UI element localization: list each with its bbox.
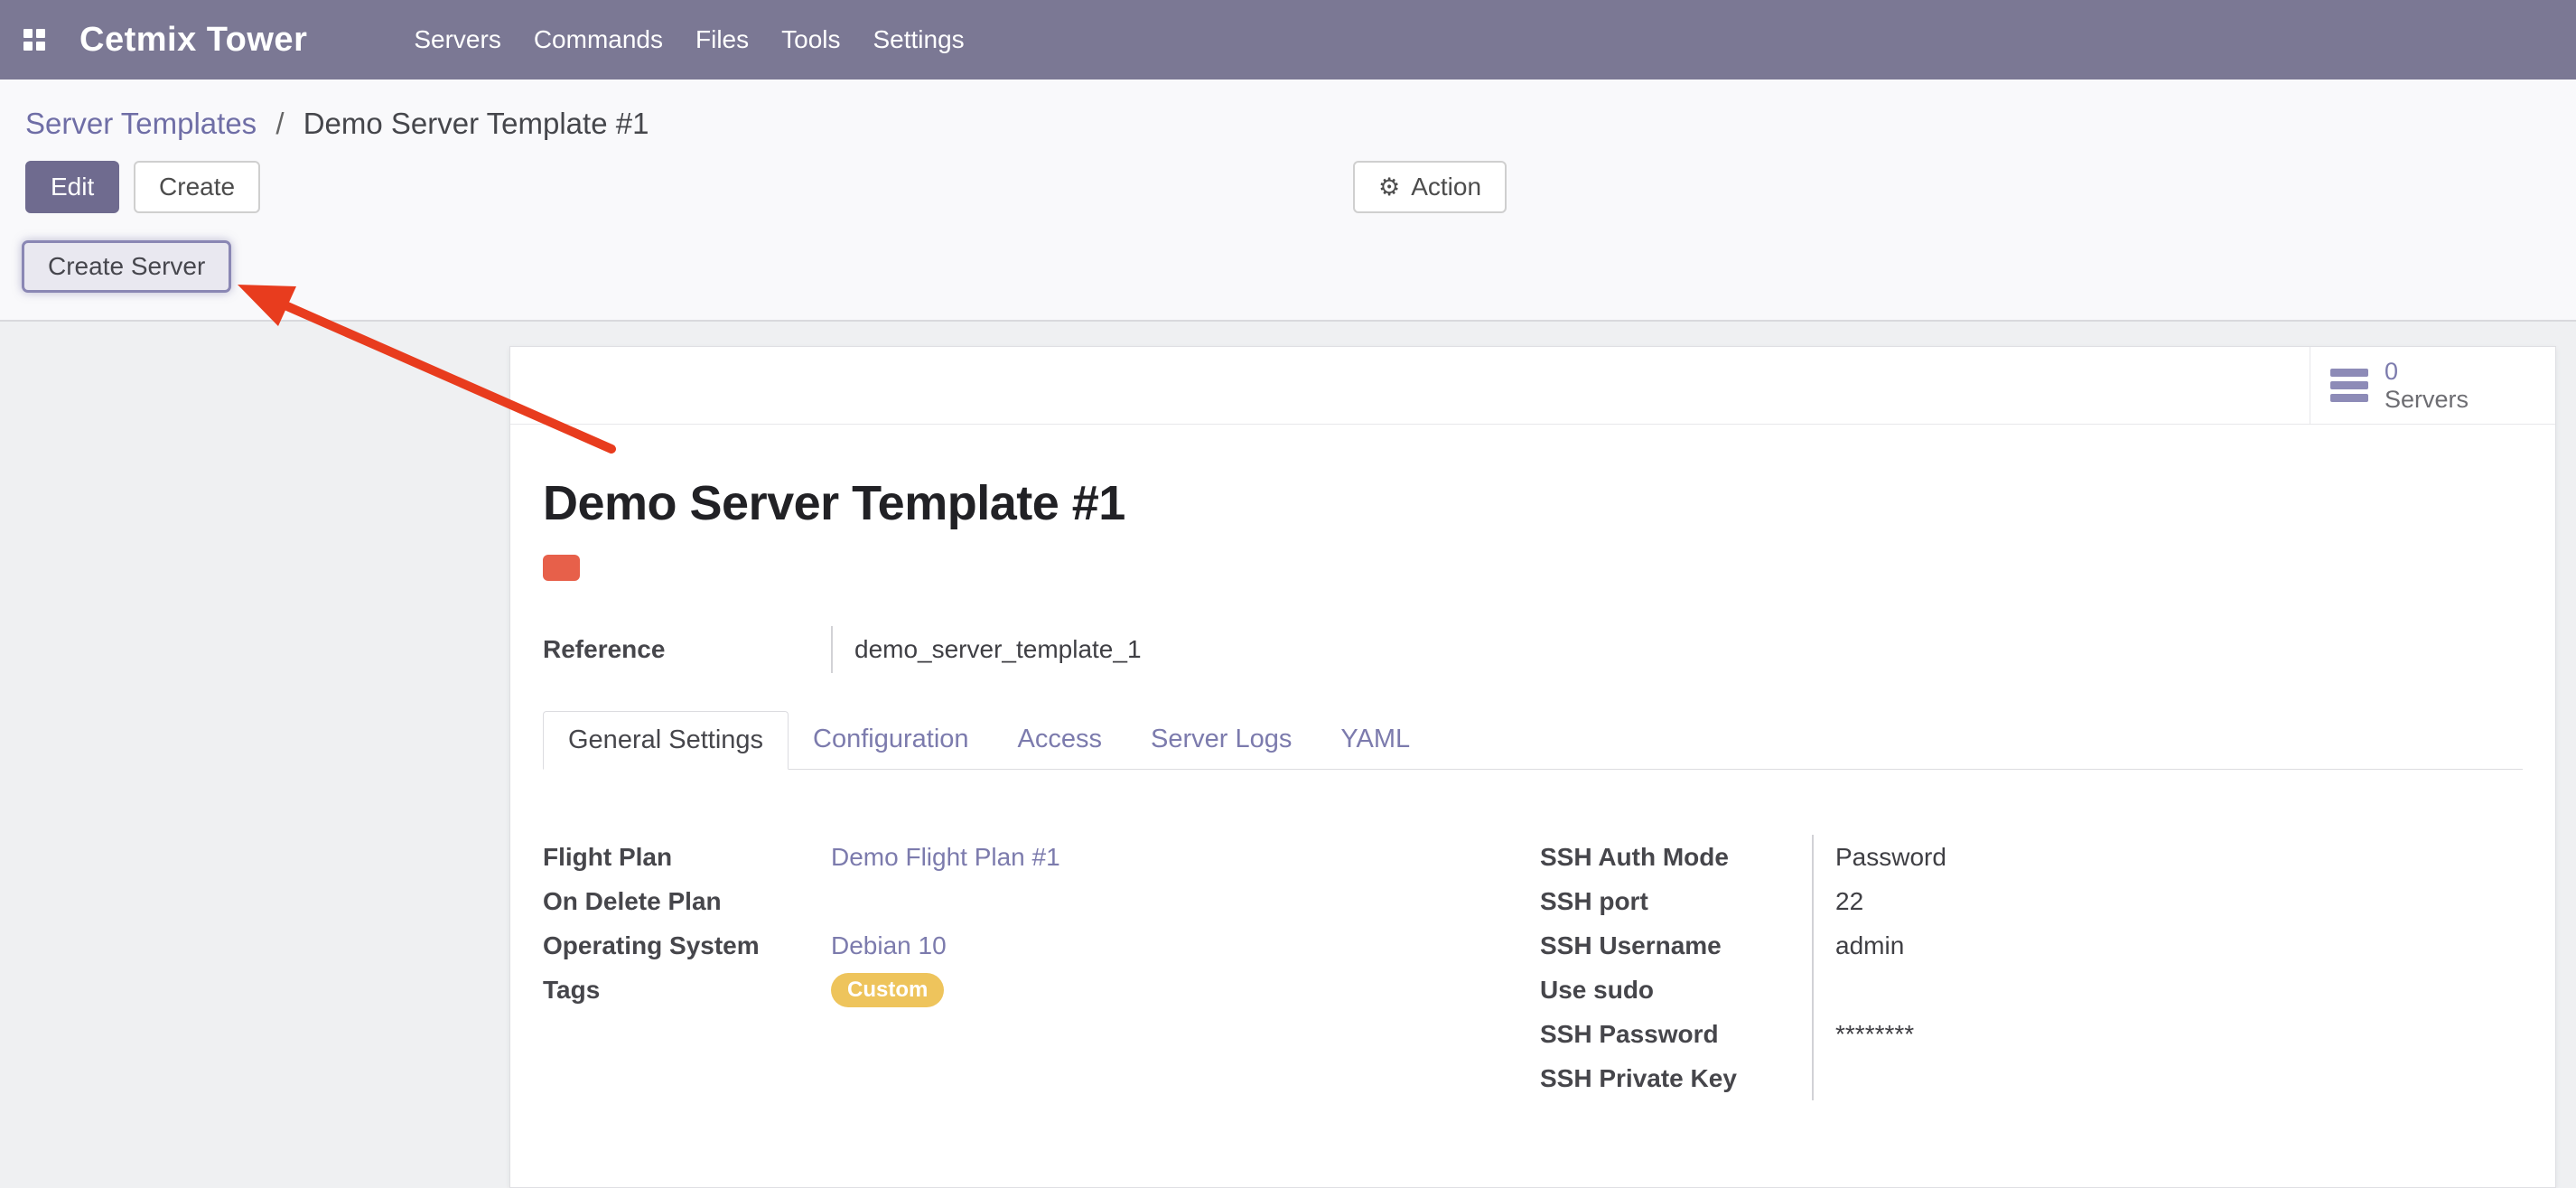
use-sudo-value (1812, 968, 2523, 1012)
on-delete-plan-label: On Delete Plan (543, 879, 831, 923)
tab-general-settings[interactable]: General Settings (543, 711, 789, 770)
reference-value: demo_server_template_1 (831, 626, 1142, 673)
menu-files[interactable]: Files (679, 0, 765, 80)
servers-stat-text: 0 Servers (2385, 358, 2469, 414)
servers-count: 0 (2385, 358, 2469, 386)
action-button[interactable]: ⚙ Action (1353, 161, 1507, 213)
form-sheet: 0 Servers Demo Server Template #1 Refere… (509, 346, 2556, 1188)
notebook-tabs: General Settings Configuration Access Se… (543, 711, 2523, 770)
on-delete-plan-value (831, 879, 1540, 923)
reference-label: Reference (543, 626, 831, 673)
menu-commands[interactable]: Commands (518, 0, 679, 80)
ssh-auth-mode-value: Password (1812, 835, 2523, 879)
ssh-password-label: SSH Password (1540, 1012, 1812, 1056)
gear-icon: ⚙ (1378, 175, 1400, 200)
breadcrumb-separator: / (275, 107, 284, 140)
ssh-private-key-value (1812, 1056, 2523, 1100)
ssh-password-value: ******** (1812, 1012, 2523, 1056)
ssh-private-key-label: SSH Private Key (1540, 1056, 1812, 1100)
record-title: Demo Server Template #1 (543, 475, 2523, 531)
breadcrumb-current: Demo Server Template #1 (303, 107, 649, 140)
create-button[interactable]: Create (134, 161, 260, 213)
operating-system-link[interactable]: Debian 10 (831, 931, 947, 960)
main-menu: Servers Commands Files Tools Settings (397, 0, 980, 80)
tags-value: Custom (831, 968, 1540, 1012)
tab-server-logs[interactable]: Server Logs (1126, 711, 1316, 770)
color-swatch (543, 555, 580, 581)
field-group-right: SSH Auth Mode Password SSH port 22 SSH U… (1540, 835, 2523, 1100)
ssh-auth-mode-label: SSH Auth Mode (1540, 835, 1812, 879)
menu-servers[interactable]: Servers (397, 0, 517, 80)
ssh-username-label: SSH Username (1540, 923, 1812, 968)
menu-tools[interactable]: Tools (765, 0, 856, 80)
ssh-port-label: SSH port (1540, 879, 1812, 923)
servers-label: Servers (2385, 386, 2469, 414)
create-server-button[interactable]: Create Server (22, 240, 231, 293)
statusbar: Create Server (0, 215, 2576, 320)
tab-yaml[interactable]: YAML (1316, 711, 1434, 770)
tab-access[interactable]: Access (994, 711, 1126, 770)
main-area: 0 Servers Demo Server Template #1 Refere… (0, 320, 2576, 1188)
tag-custom: Custom (831, 973, 944, 1007)
reference-field: Reference demo_server_template_1 (543, 626, 2523, 673)
operating-system-value: Debian 10 (831, 923, 1540, 968)
flight-plan-value: Demo Flight Plan #1 (831, 835, 1540, 879)
servers-icon (2330, 369, 2368, 402)
sheet-body: Demo Server Template #1 Reference demo_s… (510, 475, 2555, 1100)
tab-configuration[interactable]: Configuration (789, 711, 994, 770)
breadcrumb: Server Templates / Demo Server Template … (0, 80, 2576, 141)
action-button-label: Action (1411, 173, 1481, 201)
button-row: Edit Create ⚙ Action (0, 141, 2576, 215)
flight-plan-link[interactable]: Demo Flight Plan #1 (831, 843, 1060, 872)
top-navbar: Cetmix Tower Servers Commands Files Tool… (0, 0, 2576, 80)
servers-stat-button[interactable]: 0 Servers (2310, 347, 2555, 424)
ssh-username-value: admin (1812, 923, 2523, 968)
app-brand[interactable]: Cetmix Tower (79, 21, 307, 60)
breadcrumb-parent-link[interactable]: Server Templates (25, 107, 257, 140)
edit-button[interactable]: Edit (25, 161, 119, 213)
tags-label: Tags (543, 968, 831, 1012)
flight-plan-label: Flight Plan (543, 835, 831, 879)
control-panel: Server Templates / Demo Server Template … (0, 80, 2576, 320)
menu-settings[interactable]: Settings (857, 0, 981, 80)
ssh-port-value: 22 (1812, 879, 2523, 923)
sheet-header: 0 Servers (510, 347, 2555, 425)
field-group-left: Flight Plan Demo Flight Plan #1 On Delet… (543, 835, 1540, 1100)
tab-content-general-settings: Flight Plan Demo Flight Plan #1 On Delet… (543, 770, 2523, 1100)
apps-grid-icon[interactable] (23, 29, 45, 51)
operating-system-label: Operating System (543, 923, 831, 968)
use-sudo-label: Use sudo (1540, 968, 1812, 1012)
